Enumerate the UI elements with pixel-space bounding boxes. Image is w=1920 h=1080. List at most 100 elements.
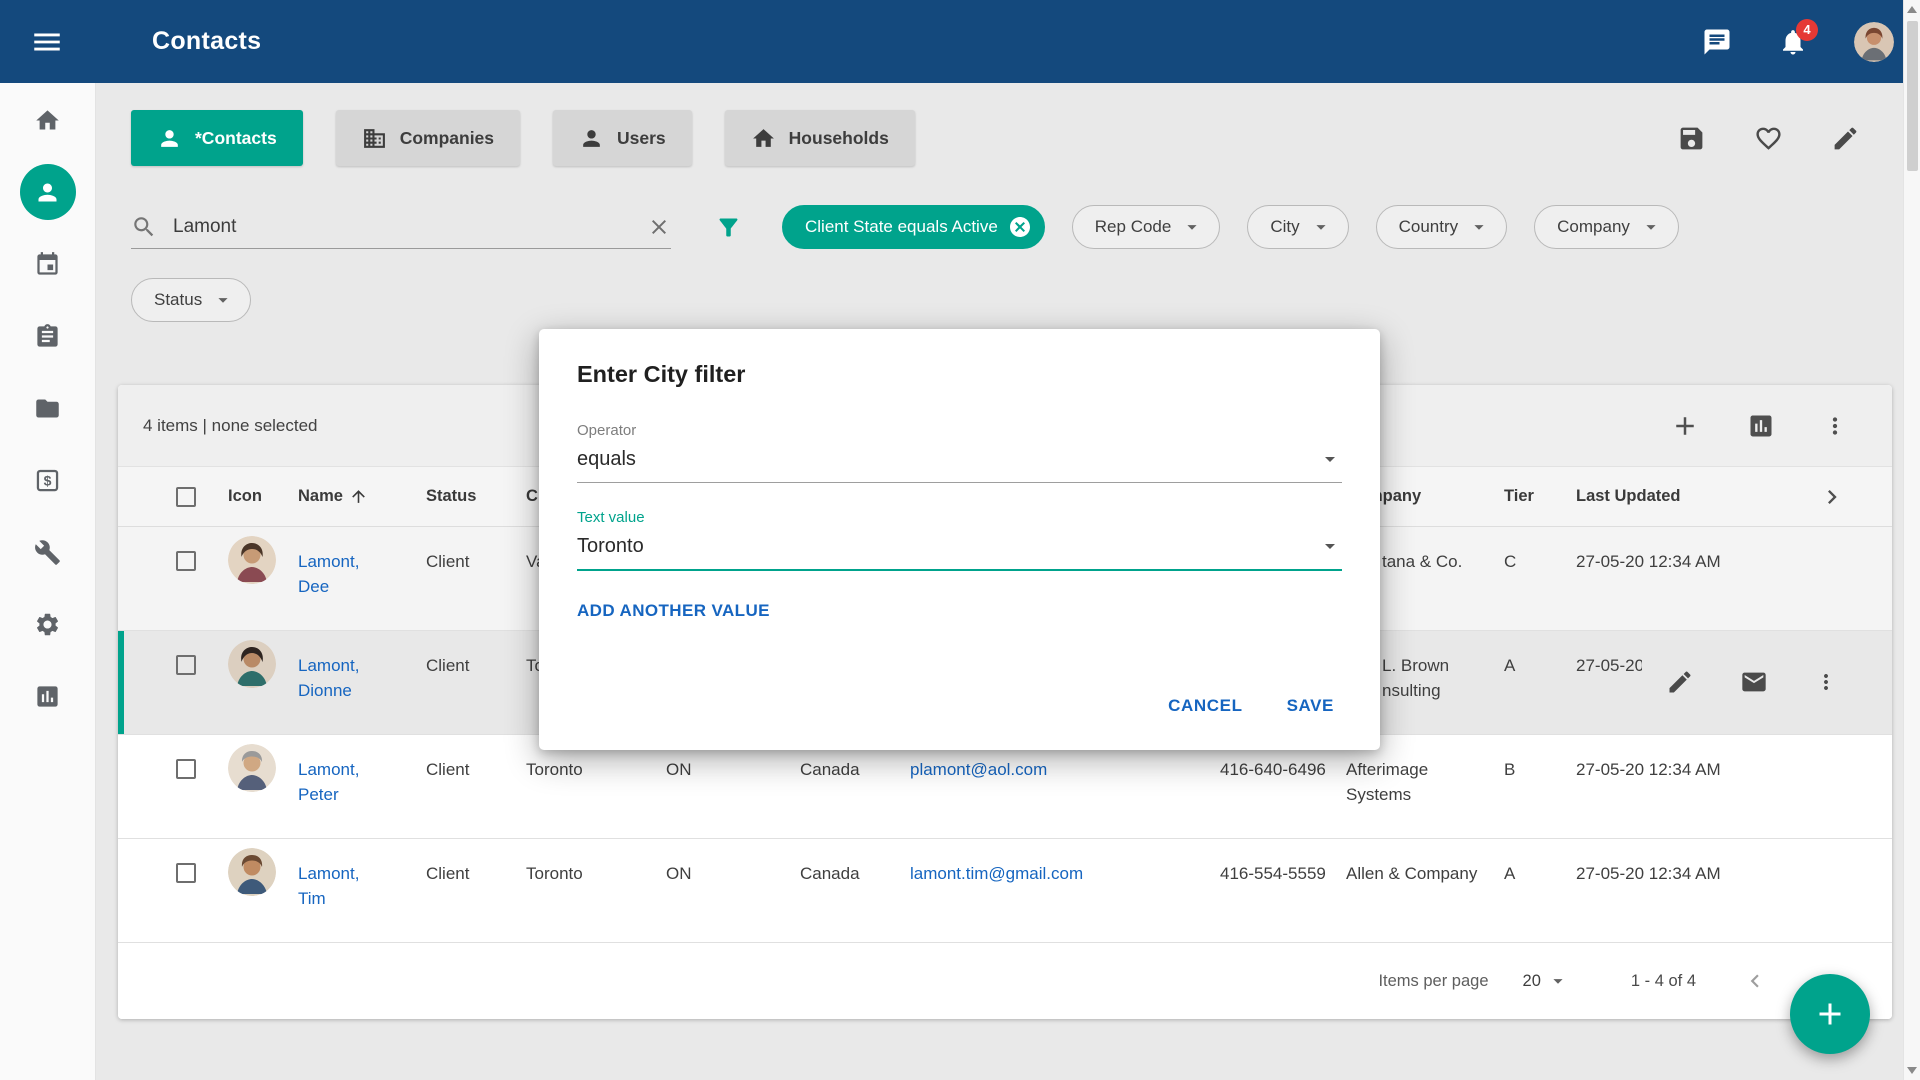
menu-icon[interactable] [30, 25, 64, 59]
email-link[interactable]: lamont.tim@gmail.com [910, 864, 1083, 883]
contact-name-link[interactable]: Lamont, Peter [298, 757, 382, 807]
mail-icon[interactable] [1740, 668, 1768, 696]
chip-rep-code[interactable]: Rep Code [1072, 205, 1221, 249]
sidebar-item-reports[interactable] [20, 668, 76, 724]
filter-icon[interactable] [715, 214, 742, 241]
save-button[interactable]: SAVE [1271, 686, 1350, 726]
tab-companies[interactable]: Companies [336, 110, 520, 166]
add-another-value-button[interactable]: ADD ANOTHER VALUE [577, 601, 770, 621]
chip-label: City [1270, 217, 1299, 237]
add-contact-fab[interactable] [1790, 974, 1870, 1054]
text-value-label: Text value [577, 509, 1342, 526]
sidebar-item-tasks[interactable] [20, 308, 76, 364]
avatar [228, 536, 276, 584]
sidebar-item-billing[interactable]: $ [20, 452, 76, 508]
search-input[interactable] [171, 215, 633, 239]
row-hover-actions [1642, 631, 1892, 733]
tab-label: Households [789, 128, 889, 149]
sidebar-item-calendar[interactable] [20, 236, 76, 292]
column-header-status[interactable]: Status [426, 487, 526, 506]
items-per-page-select[interactable]: 20 [1523, 970, 1569, 992]
sidebar-item-contacts[interactable] [20, 164, 76, 220]
chip-company[interactable]: Company [1534, 205, 1679, 249]
notifications[interactable]: 4 [1778, 27, 1808, 57]
heart-icon[interactable] [1754, 124, 1783, 153]
chip-client-state[interactable]: Client State equals Active [782, 205, 1045, 249]
row-checkbox[interactable] [176, 863, 196, 883]
contact-name-link[interactable]: Lamont, Dee [298, 549, 382, 599]
table-row[interactable]: Lamont, Tim Client Toronto ON Canada lam… [118, 839, 1892, 943]
screen: Contacts 4 [0, 0, 1920, 1080]
edit-icon[interactable] [1831, 124, 1860, 153]
page-title: Contacts [152, 27, 261, 56]
entity-tabs: *Contacts Companies Users Households [131, 110, 1860, 166]
chip-label: Company [1557, 217, 1630, 237]
sidebar: $ [0, 83, 96, 1080]
avatar[interactable] [1854, 22, 1894, 62]
chevron-left-icon[interactable] [1742, 968, 1768, 994]
sidebar-item-home[interactable] [20, 92, 76, 148]
select-all-checkbox[interactable] [176, 487, 196, 507]
view-tools [1677, 124, 1860, 153]
chat-icon[interactable] [1702, 27, 1732, 57]
dropdown-caret-icon [1318, 534, 1342, 558]
scroll-up-arrow[interactable] [1907, 6, 1917, 13]
sidebar-item-documents[interactable] [20, 380, 76, 436]
chip-country[interactable]: Country [1376, 205, 1508, 249]
last-updated-cell: 27-05-20 12:34 AM [1576, 735, 1772, 782]
tab-label: *Contacts [195, 128, 277, 149]
column-header-name[interactable]: Name [298, 487, 426, 506]
column-header-icon: Icon [228, 487, 298, 506]
contact-name-link[interactable]: Lamont, Dionne [298, 653, 382, 703]
last-updated-cell: 27-05-20 12:34 AM [1576, 527, 1772, 574]
email-link[interactable]: plamont@aol.com [910, 760, 1047, 779]
sidebar-item-tools[interactable] [20, 524, 76, 580]
table-row[interactable]: Lamont, Peter Client Toronto ON Canada p… [118, 735, 1892, 839]
avatar [228, 848, 276, 896]
tab-label: Companies [400, 128, 494, 149]
chip-city[interactable]: City [1247, 205, 1348, 249]
insert-chart-icon[interactable] [1747, 412, 1775, 440]
row-checkbox[interactable] [176, 655, 196, 675]
sidebar-item-settings[interactable] [20, 596, 76, 652]
add-icon[interactable] [1670, 411, 1700, 441]
home-icon [34, 107, 61, 134]
row-checkbox[interactable] [176, 551, 196, 571]
scrollbar-thumb[interactable] [1907, 21, 1918, 171]
remove-filter-icon[interactable] [1008, 215, 1032, 239]
operator-label: Operator [577, 422, 1342, 439]
more-vert-icon[interactable] [1814, 670, 1838, 694]
chevron-down-icon [1181, 216, 1203, 238]
page-scrollbar[interactable] [1903, 0, 1920, 1080]
folder-icon [34, 395, 61, 422]
chip-status[interactable]: Status [131, 278, 251, 322]
more-vert-icon[interactable] [1822, 413, 1848, 439]
scroll-down-arrow[interactable] [1907, 1067, 1917, 1074]
text-value-select[interactable]: Toronto [577, 534, 1342, 571]
expand-columns[interactable] [1772, 483, 1892, 511]
tab-contacts[interactable]: *Contacts [131, 110, 303, 166]
status-cell: Client [426, 527, 526, 574]
notification-badge: 4 [1796, 19, 1818, 41]
dropdown-caret-icon [1318, 447, 1342, 471]
operator-select[interactable]: equals [577, 447, 1342, 483]
clear-search-icon[interactable] [647, 215, 671, 239]
edit-icon[interactable] [1666, 668, 1694, 696]
person-icon [157, 126, 182, 151]
tab-users[interactable]: Users [553, 110, 692, 166]
city-filter-dialog: Enter City filter Operator equals Text v… [539, 329, 1380, 750]
contact-name-link[interactable]: Lamont, Tim [298, 861, 382, 911]
contacts-icon [34, 179, 61, 206]
row-checkbox[interactable] [176, 759, 196, 779]
tab-households[interactable]: Households [725, 110, 915, 166]
tier-cell: A [1504, 839, 1576, 886]
cancel-button[interactable]: CANCEL [1152, 686, 1258, 726]
column-header-last-updated[interactable]: Last Updated [1576, 487, 1772, 506]
phone-cell: 416-554-5559 [1220, 839, 1346, 886]
column-header-tier[interactable]: Tier [1504, 487, 1576, 506]
bar-chart-icon [34, 683, 61, 710]
filter-chips: Client State equals Active Rep Code City… [782, 205, 1679, 249]
chevron-down-icon [212, 289, 234, 311]
save-icon[interactable] [1677, 124, 1706, 153]
plus-icon [1812, 996, 1848, 1032]
